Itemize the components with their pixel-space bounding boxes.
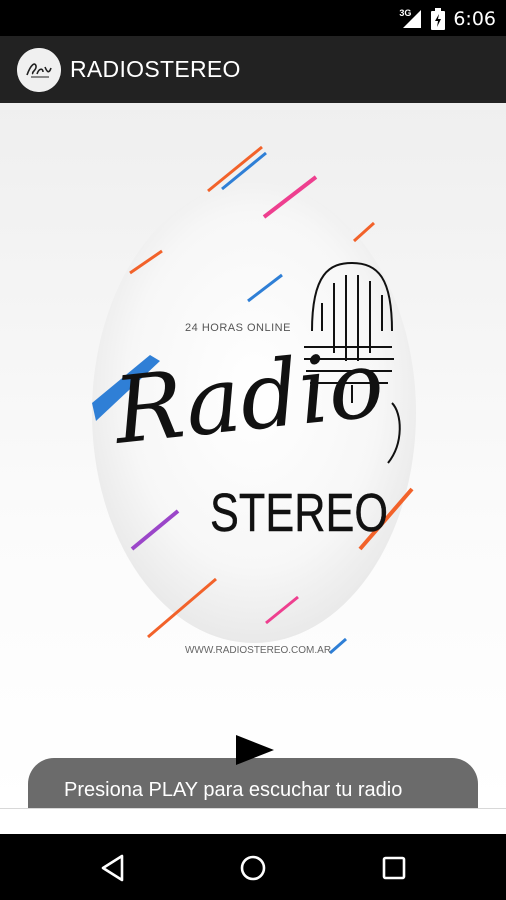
battery-icon bbox=[431, 8, 446, 30]
back-icon[interactable] bbox=[96, 851, 130, 885]
main-content: 24 HORAS ONLINE Radio STEREO WWW.RADIOST… bbox=[0, 103, 506, 846]
bottom-divider bbox=[0, 808, 506, 835]
status-bar: 3G 6:06 bbox=[0, 0, 506, 36]
app-bar: RADIOSTEREO bbox=[0, 36, 506, 103]
cell-signal-icon: 3G bbox=[399, 8, 423, 30]
recents-icon[interactable] bbox=[377, 851, 411, 885]
logo-word-stereo: STEREO bbox=[210, 483, 388, 543]
app-title: RADIOSTEREO bbox=[70, 56, 241, 82]
home-icon[interactable] bbox=[236, 851, 270, 885]
clock: 6:06 bbox=[453, 8, 496, 30]
app-logo-icon bbox=[17, 48, 61, 92]
logo-tagline: 24 HORAS ONLINE bbox=[185, 322, 291, 334]
navigation-bar bbox=[0, 834, 506, 900]
radio-stereo-logo: 24 HORAS ONLINE Radio STEREO WWW.RADIOST… bbox=[92, 145, 416, 656]
logo-url: WWW.RADIOSTEREO.COM.AR bbox=[185, 645, 331, 656]
network-type: 3G bbox=[399, 8, 412, 18]
play-icon[interactable] bbox=[234, 733, 276, 767]
